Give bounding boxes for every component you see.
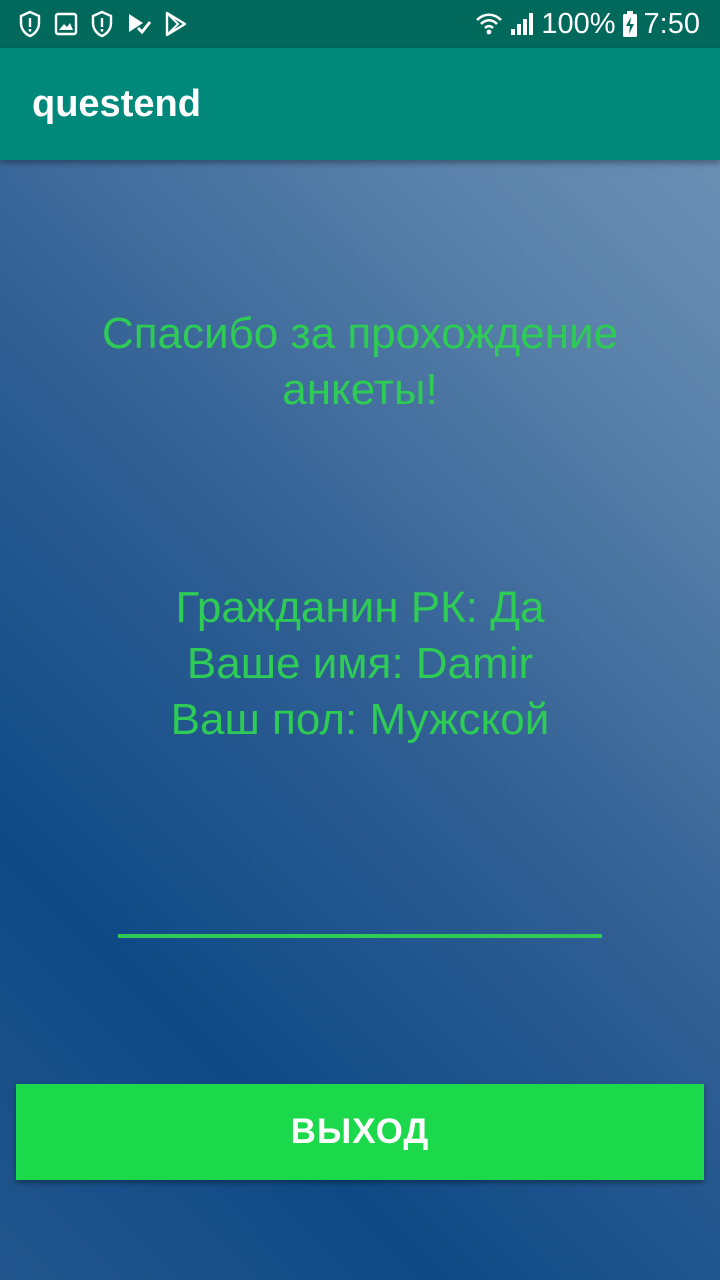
text-input-underline[interactable] [118, 934, 602, 938]
battery-charging-icon [622, 10, 638, 38]
screen: 100% 7:50 questend Спасибо за прохождени… [0, 0, 720, 1280]
citizen-answer: Гражданин РК: Да [175, 583, 545, 632]
notification-icons [18, 10, 188, 38]
cell-signal-icon [509, 11, 535, 37]
exit-button[interactable]: ВЫХОД [16, 1084, 704, 1180]
battery-percent: 100% [541, 7, 616, 40]
name-answer: Ваше имя: Damir [186, 639, 534, 688]
answers-summary: Гражданин РК: Да Ваше имя: Damir Ваш пол… [40, 580, 680, 748]
clock: 7:50 [643, 7, 700, 40]
system-status: 100% 7:50 [475, 0, 700, 48]
status-bar: 100% 7:50 [0, 0, 720, 48]
wifi-icon [475, 10, 503, 38]
shield-alert-icon [18, 10, 42, 38]
app-title: questend [32, 83, 201, 125]
gender-answer: Ваш пол: Мужской [170, 695, 550, 744]
play-store-icon [164, 11, 188, 37]
play-check-icon [126, 11, 152, 37]
shield-alert-icon [90, 10, 114, 38]
app-bar: questend [0, 48, 720, 160]
thanks-message: Спасибо за прохождение анкеты! [101, 309, 619, 414]
image-icon [54, 12, 78, 36]
